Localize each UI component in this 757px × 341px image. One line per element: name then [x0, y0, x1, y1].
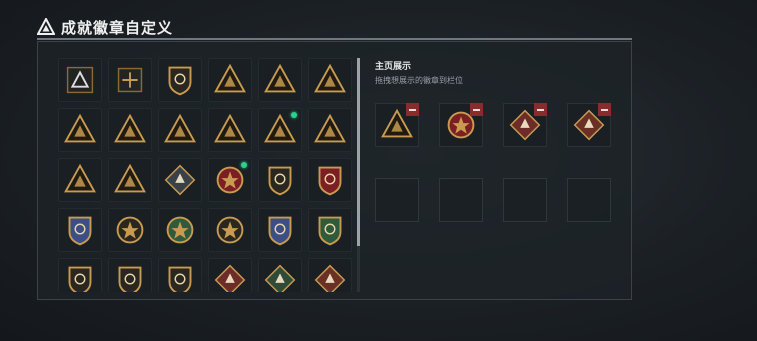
- badge-slot[interactable]: [108, 208, 152, 252]
- star-compass-icon: [216, 216, 244, 244]
- empty-showcase-slot[interactable]: [439, 178, 483, 222]
- badge-slot[interactable]: [258, 158, 302, 202]
- arrow-shield-icon: [168, 66, 192, 96]
- minus-icon: [601, 108, 608, 111]
- boar-diamond-icon: [314, 264, 346, 292]
- tank-triangle-icon: [264, 63, 296, 93]
- remove-badge-button[interactable]: [470, 103, 483, 116]
- ruins-triangle-icon: [114, 113, 146, 143]
- badge-slot[interactable]: [158, 58, 202, 102]
- helmet-triangle-icon: [164, 113, 196, 143]
- new-badge-indicator: [291, 112, 297, 118]
- showcase-slot[interactable]: [375, 103, 419, 147]
- tower-triangle-icon: [314, 63, 346, 93]
- badge-slot[interactable]: [58, 258, 102, 292]
- mask-triangle-icon: [314, 113, 346, 143]
- badge-slot[interactable]: [258, 258, 302, 292]
- bullet-shield-icon: [68, 266, 92, 292]
- warning-triangle-icon: [37, 18, 55, 35]
- badge-slot[interactable]: [108, 258, 152, 292]
- minus-icon: [537, 108, 544, 111]
- badge-panel: 主页展示 拖拽想展示的徽章到栏位: [37, 41, 632, 300]
- badge-slot[interactable]: [308, 58, 352, 102]
- badge-slot[interactable]: [58, 58, 102, 102]
- badge-slot[interactable]: [108, 158, 152, 202]
- showcase-slot[interactable]: [439, 103, 483, 147]
- wolf-diamond-icon: [214, 264, 246, 292]
- new-badge-indicator: [241, 162, 247, 168]
- badge-slot[interactable]: [258, 208, 302, 252]
- badge-slot[interactable]: [208, 58, 252, 102]
- number-one-triangle-icon: [214, 113, 246, 143]
- fist-shield-icon: [268, 166, 292, 196]
- badge-slot[interactable]: [208, 208, 252, 252]
- remove-badge-button[interactable]: [534, 103, 547, 116]
- badge-slot[interactable]: [308, 158, 352, 202]
- flame-triangle-icon: [114, 163, 146, 193]
- badge-slot[interactable]: [58, 208, 102, 252]
- badge-slot[interactable]: [158, 108, 202, 152]
- bird-diamond-icon: [264, 264, 296, 292]
- badge-slot[interactable]: [158, 208, 202, 252]
- showcase-slot[interactable]: [567, 103, 611, 147]
- badge-slot[interactable]: [308, 258, 352, 292]
- skull-compass-icon: [116, 216, 144, 244]
- badge-slot[interactable]: [258, 108, 302, 152]
- minus-icon: [473, 108, 480, 111]
- badge-grid[interactable]: [58, 58, 354, 292]
- page-title: 成就徽章自定义: [61, 18, 174, 37]
- badge-slot[interactable]: [108, 108, 152, 152]
- badge-slot[interactable]: [158, 258, 202, 292]
- showcase-subtitle: 拖拽想展示的徽章到栏位: [375, 76, 463, 85]
- empty-showcase-slot[interactable]: [567, 178, 611, 222]
- empty-showcase-slot[interactable]: [375, 178, 419, 222]
- triangle-emblem-icon: [66, 66, 94, 94]
- no-symbol-shield-icon: [118, 266, 142, 292]
- backpack-triangle-icon: [214, 63, 246, 93]
- crowned-shield-icon: [318, 166, 342, 196]
- blue-star-shield-icon: [68, 216, 92, 246]
- green-claw-shield-icon: [318, 216, 342, 246]
- empty-showcase-slot[interactable]: [503, 178, 547, 222]
- badge-slot[interactable]: [108, 58, 152, 102]
- green-wreath-icon: [166, 216, 194, 244]
- badge-slot[interactable]: [258, 58, 302, 102]
- remove-badge-button[interactable]: [598, 103, 611, 116]
- badge-slot[interactable]: [208, 108, 252, 152]
- minus-icon: [409, 108, 416, 111]
- showcase-slot[interactable]: [503, 103, 547, 147]
- remove-badge-button[interactable]: [406, 103, 419, 116]
- diamond-crest-icon: [164, 164, 196, 196]
- helicopter-badge-icon: [117, 67, 143, 93]
- fist-triangle-icon: [64, 113, 96, 143]
- gold-crest-shield-icon: [168, 266, 192, 292]
- scrollbar-thumb[interactable]: [357, 58, 360, 246]
- badge-slot[interactable]: [308, 208, 352, 252]
- badge-slot[interactable]: [58, 108, 102, 152]
- title-divider: [37, 38, 632, 40]
- badge-slot[interactable]: [58, 158, 102, 202]
- header: 成就徽章自定义: [37, 16, 173, 38]
- blue-eagle-shield-icon: [268, 216, 292, 246]
- scrollbar[interactable]: [357, 58, 360, 292]
- badge-slot[interactable]: [158, 158, 202, 202]
- showcase-header: 主页展示 拖拽想展示的徽章到栏位: [375, 59, 463, 86]
- showcase-title: 主页展示: [375, 62, 412, 72]
- camp-triangle-icon: [64, 163, 96, 193]
- badge-slot[interactable]: [208, 158, 252, 202]
- badge-slot[interactable]: [308, 108, 352, 152]
- badge-slot[interactable]: [208, 258, 252, 292]
